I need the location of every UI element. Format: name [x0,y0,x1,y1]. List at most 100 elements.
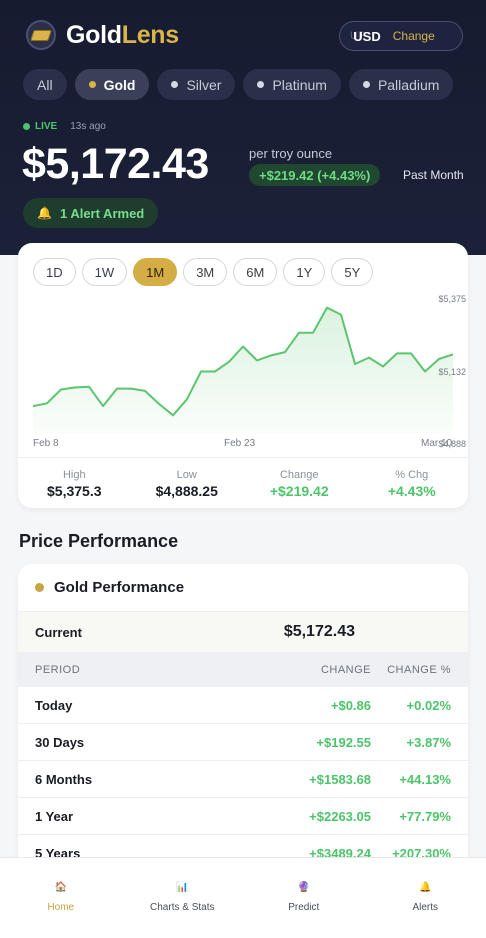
stat--chg: % Chg +4.43% [356,458,469,508]
app-title-second: Lens [121,20,179,49]
app-title-first: Gold [66,20,122,49]
stat-value: +$219.42 [269,483,329,499]
y-tick-label: $5,132 [438,367,466,377]
bell-icon: 🔔 [419,881,432,893]
x-tick-label: Feb 8 [33,438,59,449]
row-period: Today [35,697,73,713]
bell-icon: 🔔 [37,206,52,220]
row-change-pct: +44.13% [399,771,451,787]
currency-change-link[interactable]: Change [393,29,435,43]
nav-predict[interactable]: 🔮 Predict [243,858,365,938]
row-change: +$2263.05 [309,808,371,824]
metal-dot-icon [362,81,370,88]
row-period: 30 Days [35,734,85,750]
row-change-pct: +3.87% [406,734,451,750]
gold-bar-logo-icon [26,20,56,50]
app-title: GoldLens [66,21,179,50]
currency-code: USD [353,28,381,44]
currency-selector[interactable]: UP USD Change [339,21,463,51]
table-row: 1 Year +$2263.05 +77.79% [18,798,468,835]
range-6m[interactable]: 6M [233,258,278,286]
range-1w[interactable]: 1W [81,258,128,286]
alert-label: 1 Alert Armed [59,205,145,221]
row-change: +$1583.68 [309,771,371,787]
price-unit: per troy ounce [249,146,333,161]
nav-charts-stats[interactable]: 📊 Charts & Stats [122,858,244,938]
performance-card: Gold Performance Current $5,172.43 PERIO… [18,564,468,864]
tab-label: All [37,76,53,93]
stat-low: Low $4,888.25 [131,458,244,508]
performance-table-body: Today +$0.86 +0.02% 30 Days +$192.55 +3.87% 6 … [18,687,468,864]
nav-label: Charts & Stats [150,902,215,913]
performance-card-header: Gold Performance [18,564,468,611]
range-3m[interactable]: 3M [183,258,228,286]
range-5y[interactable]: 5Y [331,258,374,286]
nav-label: Alerts [412,902,439,913]
nav-home[interactable]: 🏠 Home [0,858,122,938]
range-tabs: 1D 1W 1M 3M 6M 1Y 5Y [33,258,374,286]
bar-chart-icon: 📊 [176,881,189,893]
stat-label: High [62,469,86,481]
col-change-pct: CHANGE % [387,663,451,676]
alert-armed-button[interactable]: 🔔 1 Alert Armed [23,198,159,228]
tab-silver[interactable]: Silver [157,69,236,100]
range-1d[interactable]: 1D [33,258,76,286]
row-change-pct: +77.79% [399,808,451,824]
tab-palladium[interactable]: Palladium [348,69,454,100]
crystal-ball-icon: 🔮 [297,881,310,893]
stat-label: Change [279,469,319,481]
gold-dot-icon [35,583,44,592]
tab-label: Gold [103,76,136,93]
table-row: Today +$0.86 +0.02% [18,687,468,724]
tab-label: Silver [186,76,222,93]
row-change: +$192.55 [316,734,371,750]
col-change: CHANGE [320,663,371,676]
brand: GoldLens [26,20,179,50]
table-row: 30 Days +$192.55 +3.87% [18,724,468,761]
stat-value: $4,888.25 [155,483,218,499]
price-chart-card: 1D 1W 1M 3M 6M 1Y 5Y $5,375 $5,132 $4,888 Feb 8 Fe… [18,243,468,508]
tab-platinum[interactable]: Platinum [243,69,341,100]
live-dot-icon [23,123,30,130]
metal-tabs: All Gold Silver Platinum Palladium [23,69,454,100]
row-change: +$0.86 [330,697,371,713]
current-value: $5,172.43 [283,623,355,640]
row-period: 6 Months [35,771,93,787]
chart-area [33,307,453,433]
stat-label: % Chg [395,469,429,481]
hero-header: GoldLens UP USD Change All Gold Silver Plat… [0,0,486,255]
tab-label: Platinum [272,76,327,93]
tab-gold[interactable]: Gold [74,69,150,100]
live-label: LIVE [35,121,58,132]
performance-card-title: Gold Performance [54,579,185,596]
chart-stats: High $5,375.3 Low $4,888.25 Change +$219.42 % … [18,457,468,508]
home-icon: 🏠 [54,881,67,893]
current-label: Current [35,624,82,640]
performance-table-header: PERIOD CHANGE CHANGE % [18,652,468,687]
stat-value: $5,375.3 [47,483,102,499]
metal-dot-icon [171,81,179,88]
x-tick-label: Mar 10 [421,438,453,449]
col-period: PERIOD [35,663,81,676]
range-1m[interactable]: 1M [133,258,178,286]
metal-dot-icon [257,81,265,88]
current-row: Current $5,172.43 [18,611,468,652]
table-row: 6 Months +$1583.68 +44.13% [18,761,468,798]
current-price: $5,172.43 [22,140,209,188]
bottom-nav: 🏠 Home 📊 Charts & Stats 🔮 Predict 🔔 Alerts [0,857,486,938]
price-chart[interactable]: $5,375$5,132$4,888Feb 8 Feb 23 Mar 10 [18,283,468,455]
y-tick-label: $5,375 [438,294,466,304]
tab-all[interactable]: All [23,69,67,100]
stat-change: Change +$219.42 [243,458,356,508]
stat-label: Low [176,469,197,481]
nav-alerts[interactable]: 🔔 Alerts [365,858,486,938]
section-title: Price Performance [19,531,179,551]
nav-label: Predict [288,902,320,913]
price-change-badge: +$219.42 (+4.43%) [249,164,381,186]
updated-time: 13s ago [70,121,106,132]
stat-high: High $5,375.3 [18,458,131,508]
change-period: Past Month [403,168,464,182]
live-indicator: LIVE 13s ago [23,121,106,132]
row-change-pct: +0.02% [406,697,451,713]
range-1y[interactable]: 1Y [283,258,326,286]
